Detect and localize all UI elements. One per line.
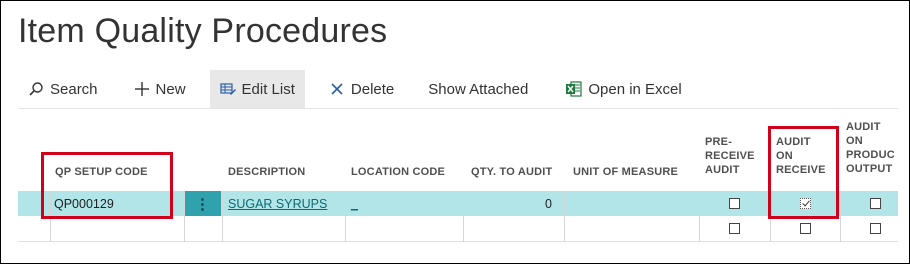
col-header-line: RECEIVE [705, 150, 755, 162]
column-divider [840, 191, 841, 242]
col-header-line: ON [846, 135, 863, 147]
audit-on-production-output-checkbox[interactable] [870, 198, 881, 209]
show-attached-button-label: Show Attached [428, 80, 529, 98]
new-button[interactable]: New [124, 70, 196, 108]
search-icon [28, 81, 44, 97]
col-header-location-code[interactable]: LOCATION CODE [351, 165, 445, 179]
edit-list-button-label: Edit List [241, 80, 295, 98]
more-vertical-icon: ⋮ [195, 195, 210, 213]
col-header-line: AUDIT [846, 121, 881, 133]
open-in-excel-button[interactable]: Open in Excel [556, 70, 691, 108]
audit-on-receive-checkbox-cell[interactable] [800, 216, 814, 241]
col-header-line: PRE- [705, 136, 733, 148]
unit-of-measure-cell[interactable] [573, 191, 693, 216]
column-divider [699, 191, 700, 242]
action-toolbar: Search New Edit List Delete Show Attache… [18, 70, 898, 108]
column-divider [463, 191, 464, 242]
column-divider [184, 191, 185, 242]
pre-receive-audit-checkbox[interactable] [729, 223, 740, 234]
row-menu-button[interactable]: ⋮ [184, 191, 221, 216]
col-header-unit-of-measure[interactable]: UNIT OF MEASURE [573, 165, 678, 179]
pre-receive-audit-checkbox[interactable] [729, 198, 740, 209]
close-icon [329, 81, 345, 97]
column-divider [564, 191, 565, 242]
new-button-label: New [155, 80, 186, 98]
show-attached-button[interactable]: Show Attached [418, 70, 538, 108]
col-header-line: AUDIT [705, 164, 740, 176]
col-header-description[interactable]: DESCRIPTION [228, 165, 305, 179]
col-header-audit-on-production-output[interactable]: AUDIT ON PRODUC OUTPUT [846, 120, 898, 176]
location-code-cell[interactable]: _ [351, 191, 461, 216]
highlight-box-qp-setup-code [41, 152, 173, 219]
highlight-box-audit-on-receive [768, 126, 839, 219]
audit-on-receive-checkbox[interactable] [800, 223, 811, 234]
page-title: Item Quality Procedures [18, 12, 388, 50]
description-cell[interactable]: SUGAR SYRUPS [228, 191, 348, 216]
audit-on-production-output-checkbox[interactable] [870, 223, 881, 234]
qty-to-audit-cell[interactable]: 0 [468, 191, 552, 216]
open-in-excel-button-label: Open in Excel [588, 80, 682, 98]
excel-icon [566, 81, 582, 97]
column-divider [345, 191, 346, 242]
col-header-qty-to-audit[interactable]: QTY. TO AUDIT [471, 165, 552, 179]
plus-icon [134, 81, 150, 97]
search-button[interactable]: Search [18, 70, 108, 108]
audit-on-production-output-checkbox-cell[interactable] [870, 216, 884, 241]
edit-list-icon [219, 81, 236, 97]
col-header-pre-receive-audit[interactable]: PRE- RECEIVE AUDIT [705, 135, 755, 177]
col-header-line: PRODUC [846, 149, 895, 161]
edit-list-button[interactable]: Edit List [209, 70, 305, 108]
delete-button-label: Delete [350, 80, 395, 98]
pre-receive-audit-checkbox-cell[interactable] [729, 216, 743, 241]
toolbar-divider [18, 108, 898, 109]
audit-on-production-output-checkbox-cell[interactable] [870, 191, 884, 216]
pre-receive-audit-checkbox-cell[interactable] [729, 191, 743, 216]
col-header-line: OUTPUT [846, 163, 893, 175]
search-button-label: Search [50, 80, 98, 98]
delete-button[interactable]: Delete [319, 70, 404, 108]
column-divider [222, 191, 223, 242]
table-row[interactable] [18, 216, 898, 242]
